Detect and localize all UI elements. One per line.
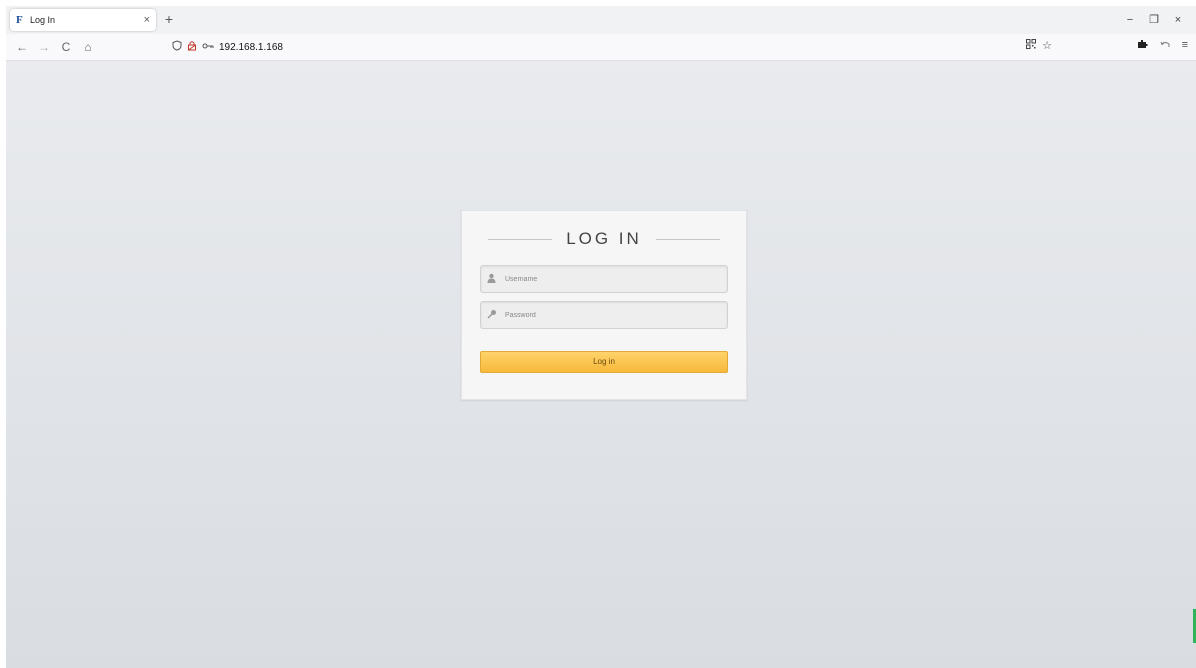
url-bar[interactable]: 192.168.1.168 ☆ xyxy=(172,37,1052,57)
url-actions: ☆ xyxy=(1026,39,1052,52)
password-input[interactable] xyxy=(503,310,707,320)
user-icon xyxy=(487,273,499,285)
divider xyxy=(488,238,553,240)
login-title: LOG IN xyxy=(566,229,642,248)
close-window-button[interactable]: × xyxy=(1166,10,1190,30)
navigation-bar: ← → C ⌂ 192.168.1.168 ☆ ≡ xyxy=(6,34,1196,61)
login-header: LOG IN xyxy=(462,227,746,251)
home-button[interactable]: ⌂ xyxy=(80,39,96,55)
qr-code-icon[interactable] xyxy=(1026,39,1037,52)
close-tab-icon[interactable]: × xyxy=(144,14,150,26)
key-icon[interactable] xyxy=(202,41,214,53)
favicon-icon: F xyxy=(16,14,23,26)
forward-button[interactable]: → xyxy=(36,39,52,55)
login-button[interactable]: Log in xyxy=(480,351,728,373)
tab-title: Log In xyxy=(30,15,56,25)
toolbar-right: ≡ xyxy=(1137,39,1188,52)
username-field[interactable] xyxy=(480,265,728,293)
back-button[interactable]: ← xyxy=(14,39,30,55)
window-controls: − ❐ × xyxy=(1118,10,1190,30)
url-text[interactable]: 192.168.1.168 xyxy=(219,42,283,53)
puzzle-icon[interactable] xyxy=(1137,39,1148,52)
restore-button[interactable]: ❐ xyxy=(1142,10,1166,30)
divider xyxy=(655,238,720,240)
undo-icon[interactable] xyxy=(1160,39,1170,52)
username-input[interactable] xyxy=(503,274,707,284)
browser-window: F Log In × + − ❐ × ← → C ⌂ 192.168.1.168 xyxy=(6,6,1196,668)
menu-icon[interactable]: ≡ xyxy=(1182,39,1188,52)
page-content: LOG IN Log in xyxy=(6,61,1196,668)
tab-bar: F Log In × + − ❐ × xyxy=(6,6,1196,34)
star-icon[interactable]: ☆ xyxy=(1042,39,1052,52)
minimize-button[interactable]: − xyxy=(1118,10,1142,30)
key-icon xyxy=(487,309,499,321)
lock-icon[interactable] xyxy=(187,40,197,54)
password-field[interactable] xyxy=(480,301,728,329)
reload-button[interactable]: C xyxy=(58,39,74,55)
tab-login[interactable]: F Log In × xyxy=(10,9,156,31)
new-tab-button[interactable]: + xyxy=(161,11,177,27)
shield-icon[interactable] xyxy=(172,40,182,54)
login-panel: LOG IN Log in xyxy=(461,210,747,400)
